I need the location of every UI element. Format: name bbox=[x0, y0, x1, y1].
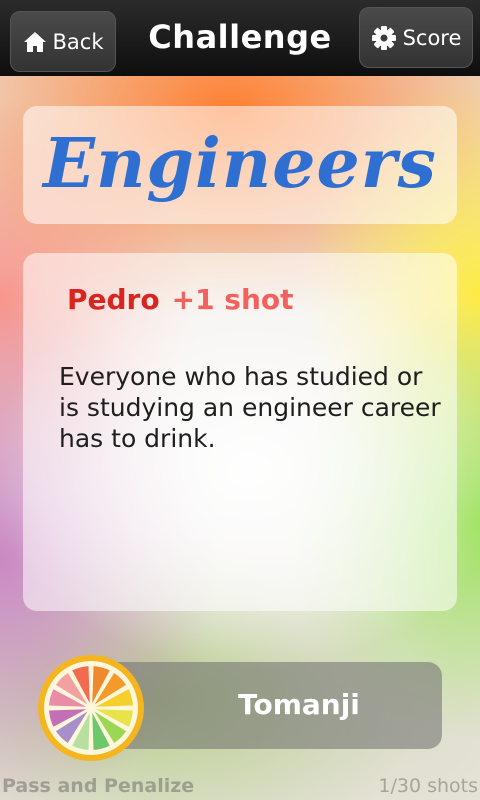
page-title: Challenge bbox=[148, 18, 332, 56]
score-button[interactable]: Score bbox=[359, 7, 473, 68]
gear-icon bbox=[371, 25, 397, 51]
shots-counter: 1/30 shots bbox=[378, 775, 478, 797]
pass-and-penalize-button[interactable]: Pass and Penalize bbox=[2, 775, 194, 797]
challenge-text: Everyone who has studied or is studying … bbox=[59, 362, 441, 453]
penalty-label: +1 shot bbox=[171, 283, 294, 316]
citrus-slice-icon[interactable] bbox=[36, 653, 146, 763]
category-card: Engineers bbox=[23, 106, 457, 224]
player-line: Pedro +1 shot bbox=[67, 283, 294, 316]
category-title: Engineers bbox=[43, 124, 437, 204]
player-name: Pedro bbox=[67, 283, 160, 316]
score-button-label: Score bbox=[402, 25, 462, 50]
back-button[interactable]: Back bbox=[10, 11, 116, 72]
top-bar: Back Challenge Score bbox=[0, 0, 480, 76]
back-button-label: Back bbox=[52, 29, 104, 54]
home-icon bbox=[23, 31, 47, 53]
challenge-card: Pedro +1 shot Everyone who has studied or… bbox=[23, 253, 457, 611]
next-button[interactable]: Tomanji bbox=[96, 662, 442, 749]
next-button-label: Tomanji bbox=[238, 688, 360, 721]
